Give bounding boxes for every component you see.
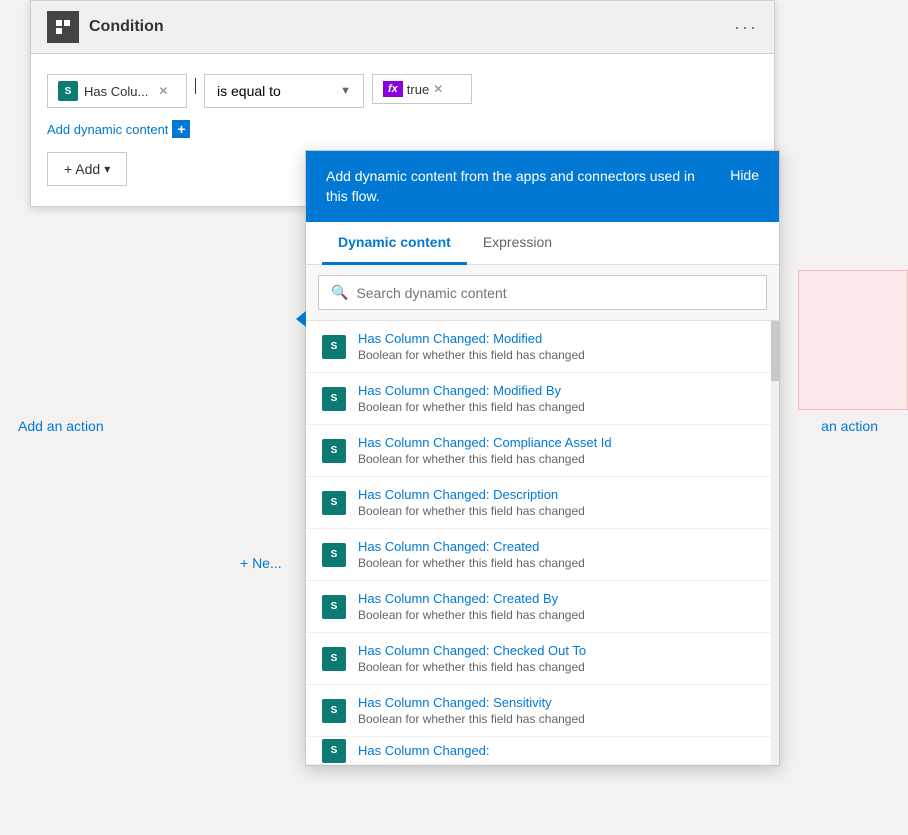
chip-sharepoint-icon: S (58, 81, 78, 101)
list-item[interactable]: S Has Column Changed: Sensitivity Boolea… (306, 685, 779, 737)
item-subtitle: Boolean for whether this field has chang… (358, 608, 763, 622)
new-button-label: + Ne... (240, 555, 282, 571)
condition-icon (47, 11, 79, 43)
tab-dynamic-label: Dynamic content (338, 234, 451, 250)
has-column-chip[interactable]: S Has Colu... ✕ (47, 74, 187, 108)
search-input-wrapper[interactable]: 🔍 (318, 275, 767, 310)
operator-dropdown[interactable]: is equal to ▼ (204, 74, 364, 108)
item-subtitle: Boolean for whether this field has chang… (358, 504, 763, 518)
popup-tabs: Dynamic content Expression (306, 222, 779, 265)
add-button-label: + Add (64, 161, 100, 177)
dropdown-arrow-icon: ▼ (340, 85, 351, 97)
content-list: S Has Column Changed: Modified Boolean f… (306, 321, 779, 765)
chip-text: Has Colu... (84, 84, 148, 99)
new-button[interactable]: + Ne... (240, 555, 282, 571)
item-title: Has Column Changed: Modified By (358, 383, 763, 398)
item-icon: S (322, 739, 346, 763)
item-info: Has Column Changed: Checked Out To Boole… (358, 643, 763, 674)
item-icon: S (322, 647, 346, 671)
popup-arrow (296, 311, 306, 327)
item-info: Has Column Changed: Description Boolean … (358, 487, 763, 518)
item-icon: S (322, 595, 346, 619)
search-icon: 🔍 (331, 284, 348, 301)
item-subtitle: Boolean for whether this field has chang… (358, 712, 763, 726)
item-info: Has Column Changed: Compliance Asset Id … (358, 435, 763, 466)
operator-label: is equal to (217, 83, 281, 99)
tab-expression[interactable]: Expression (467, 222, 568, 265)
item-title: Has Column Changed: Modified (358, 331, 763, 346)
tab-expression-label: Expression (483, 234, 552, 250)
scrollbar[interactable] (771, 321, 779, 765)
add-action-left-label: Add an action (18, 418, 104, 434)
item-title: Has Column Changed: (358, 743, 763, 758)
condition-title: Condition (89, 18, 164, 36)
item-title: Has Column Changed: Compliance Asset Id (358, 435, 763, 450)
add-button[interactable]: + Add ▾ (47, 152, 127, 186)
item-subtitle: Boolean for whether this field has chang… (358, 660, 763, 674)
condition-header-left: Condition (47, 11, 164, 43)
dynamic-content-popup: Add dynamic content from the apps and co… (305, 150, 780, 766)
popup-header-text: Add dynamic content from the apps and co… (326, 167, 706, 206)
item-title: Has Column Changed: Created By (358, 591, 763, 606)
item-icon: S (322, 543, 346, 567)
scroll-thumb (771, 321, 779, 381)
item-subtitle: Boolean for whether this field has chang… (358, 348, 763, 362)
condition-row: S Has Colu... ✕ is equal to ▼ fx true ✕ (47, 74, 758, 108)
list-item[interactable]: S Has Column Changed: Checked Out To Boo… (306, 633, 779, 685)
list-item[interactable]: S Has Column Changed: Created Boolean fo… (306, 529, 779, 581)
add-dynamic-content-link[interactable]: Add dynamic content + (47, 120, 758, 138)
item-title: Has Column Changed: Checked Out To (358, 643, 763, 658)
item-subtitle: Boolean for whether this field has chang… (358, 400, 763, 414)
text-cursor (195, 78, 196, 94)
add-action-left[interactable]: Add an action (18, 418, 104, 434)
item-subtitle: Boolean for whether this field has chang… (358, 556, 763, 570)
list-item[interactable]: S Has Column Changed: (306, 737, 779, 765)
add-dynamic-plus-icon: + (172, 120, 190, 138)
list-item[interactable]: S Has Column Changed: Compliance Asset I… (306, 425, 779, 477)
popup-header: Add dynamic content from the apps and co… (306, 151, 779, 222)
add-action-right[interactable]: an action (821, 418, 878, 434)
add-action-right-label: an action (821, 418, 878, 434)
item-info: Has Column Changed: Sensitivity Boolean … (358, 695, 763, 726)
list-item[interactable]: S Has Column Changed: Created By Boolean… (306, 581, 779, 633)
item-icon: S (322, 335, 346, 359)
item-icon: S (322, 491, 346, 515)
search-input[interactable] (356, 285, 754, 301)
condition-header: Condition ··· (31, 1, 774, 54)
item-info: Has Column Changed: Modified By Boolean … (358, 383, 763, 414)
tab-dynamic-content[interactable]: Dynamic content (322, 222, 467, 265)
list-item[interactable]: S Has Column Changed: Description Boolea… (306, 477, 779, 529)
item-info: Has Column Changed: Modified Boolean for… (358, 331, 763, 362)
fx-badge: fx (383, 81, 403, 97)
fx-value-chip[interactable]: fx true ✕ (372, 74, 472, 104)
popup-hide-button[interactable]: Hide (730, 167, 759, 183)
fx-value-text: true (407, 82, 429, 97)
pink-side-panel (798, 270, 908, 410)
fx-close-icon[interactable]: ✕ (433, 82, 443, 96)
add-dynamic-label: Add dynamic content (47, 122, 168, 137)
item-info: Has Column Changed: (358, 743, 763, 758)
list-item[interactable]: S Has Column Changed: Modified Boolean f… (306, 321, 779, 373)
item-icon: S (322, 439, 346, 463)
list-item[interactable]: S Has Column Changed: Modified By Boolea… (306, 373, 779, 425)
item-title: Has Column Changed: Created (358, 539, 763, 554)
item-icon: S (322, 387, 346, 411)
item-icon: S (322, 699, 346, 723)
condition-more-options[interactable]: ··· (734, 17, 758, 38)
item-title: Has Column Changed: Sensitivity (358, 695, 763, 710)
add-button-chevron: ▾ (104, 162, 110, 176)
item-info: Has Column Changed: Created Boolean for … (358, 539, 763, 570)
item-title: Has Column Changed: Description (358, 487, 763, 502)
popup-search-area: 🔍 (306, 265, 779, 321)
item-info: Has Column Changed: Created By Boolean f… (358, 591, 763, 622)
item-subtitle: Boolean for whether this field has chang… (358, 452, 763, 466)
chip-close-icon[interactable]: ✕ (158, 84, 168, 98)
